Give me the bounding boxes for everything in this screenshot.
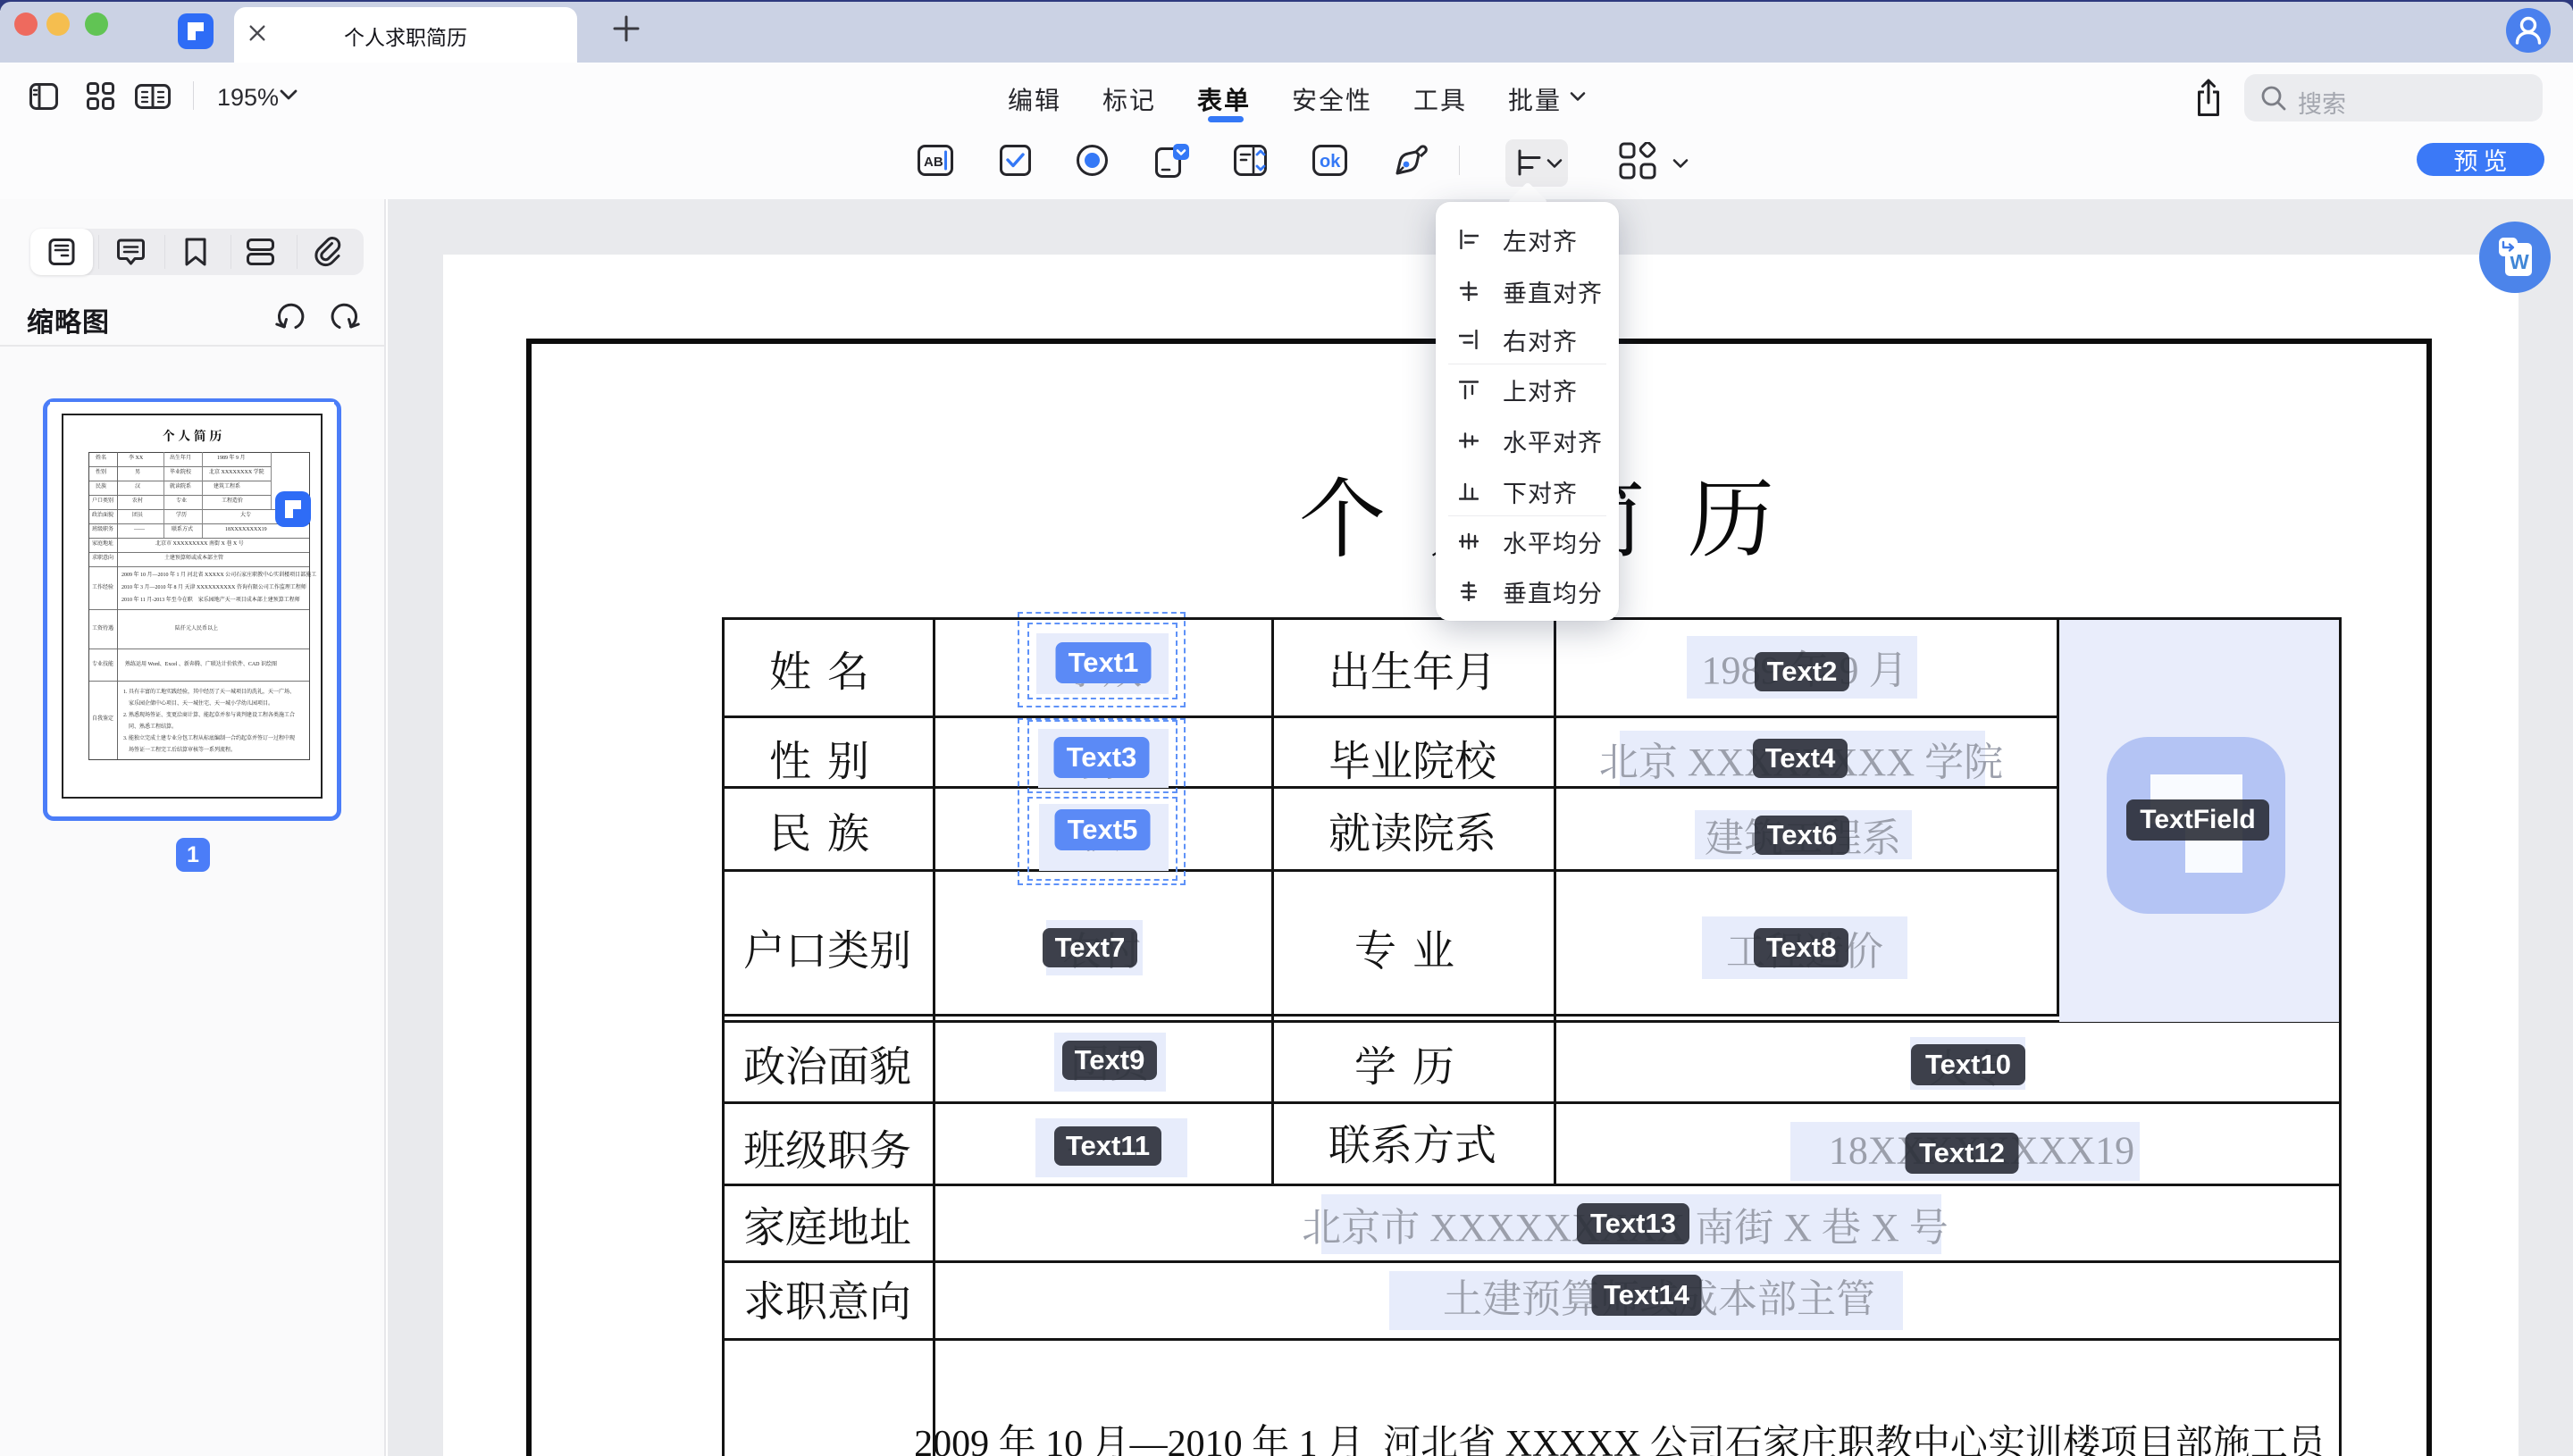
svg-text:AB: AB: [924, 155, 943, 170]
svg-text:ok: ok: [1320, 152, 1341, 172]
